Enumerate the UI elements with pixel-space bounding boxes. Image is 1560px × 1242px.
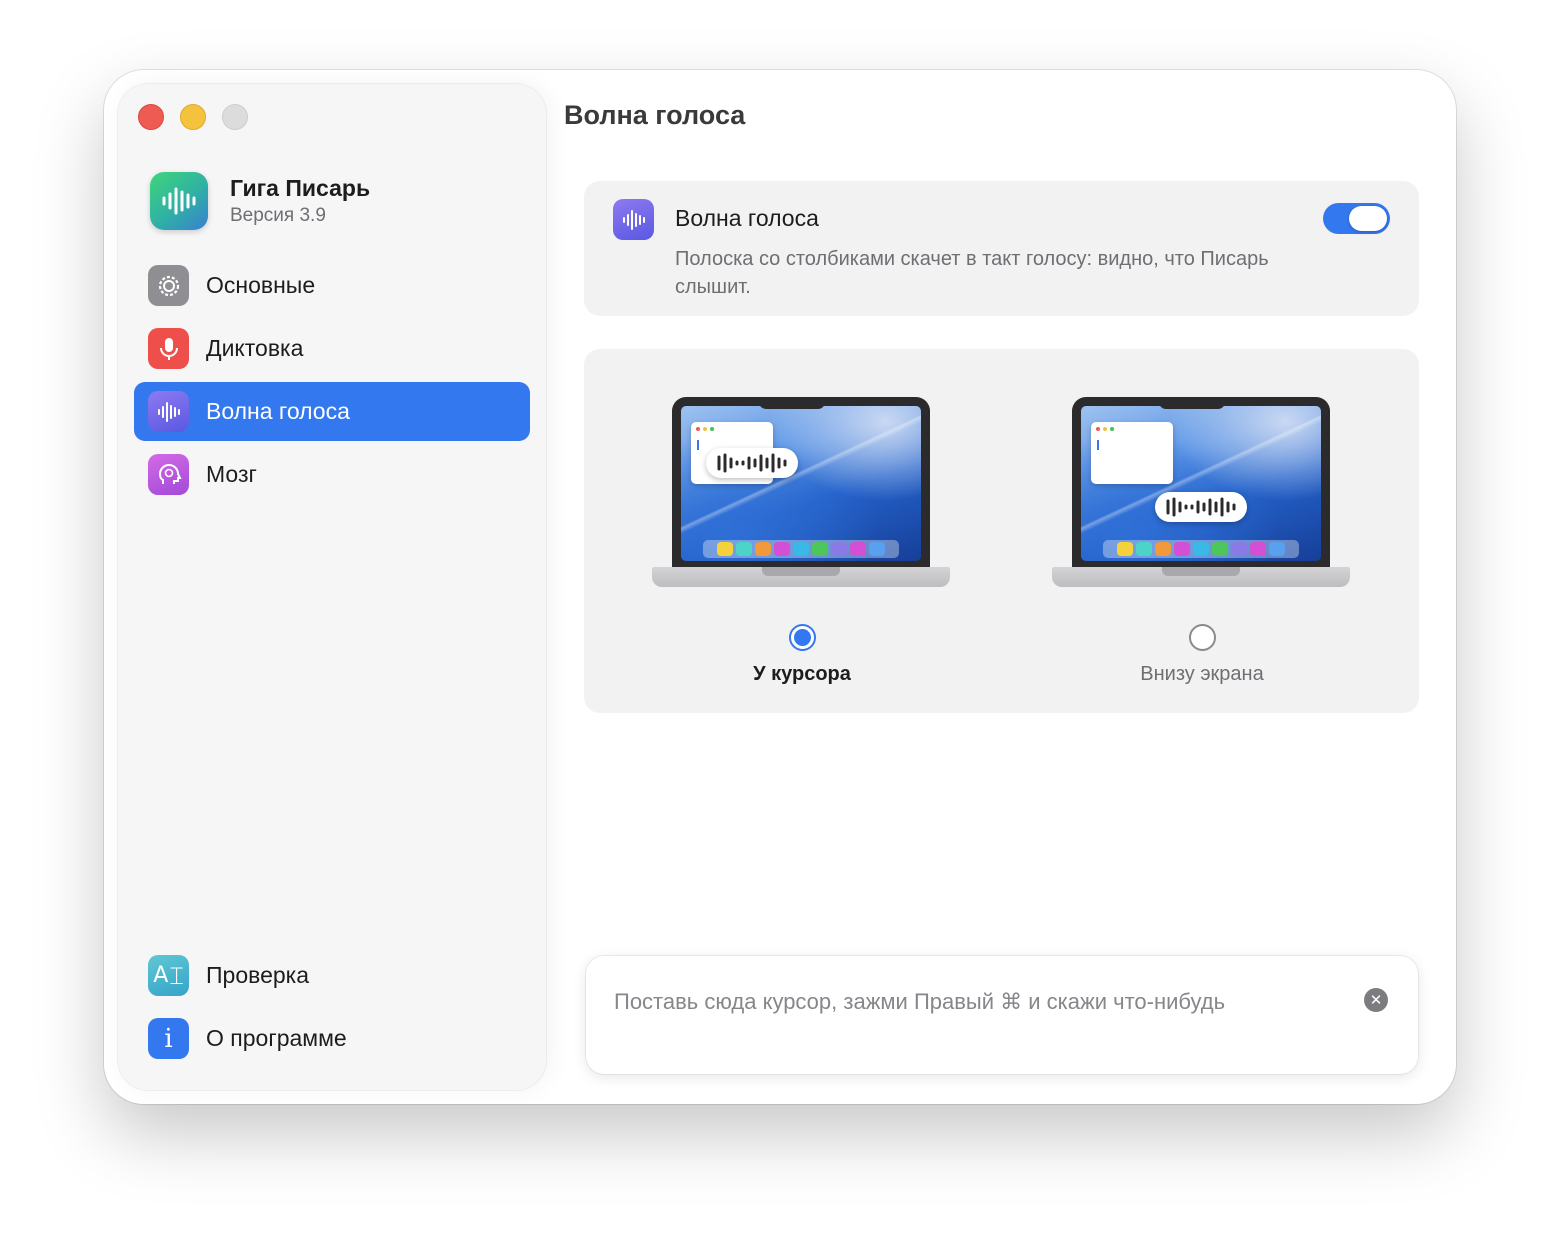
option-near-cursor[interactable]: У курсора (652, 397, 952, 686)
app-version: Версия 3.9 (230, 205, 326, 226)
cursor-bar-glyph: ⌶ (169, 961, 184, 990)
waveform-icon (613, 199, 654, 240)
gear-icon (148, 265, 189, 306)
app-info: Гига Писарь Версия 3.9 (150, 172, 370, 230)
laptop-preview-near-cursor (652, 397, 950, 592)
sidebar-item-voice-wave[interactable]: Волна голоса (134, 382, 530, 441)
sidebar-item-label: Мозг (206, 461, 257, 487)
settings-window: Гига Писарь Версия 3.9 Основные Диктовка (104, 70, 1456, 1104)
sidebar-item-general[interactable]: Основные (134, 256, 530, 315)
info-icon: i (148, 1018, 189, 1059)
sidebar-item-label: Диктовка (206, 335, 304, 361)
sidebar-bottom-nav: A ⌶ Проверка i О программе (134, 946, 530, 1072)
minimize-button[interactable] (180, 104, 206, 130)
microphone-icon (148, 328, 189, 369)
test-dictation-box: ✕ (586, 956, 1418, 1074)
sidebar-item-label: О программе (206, 1025, 347, 1051)
position-picker-card: У курсора Внизу экрана (584, 349, 1419, 713)
dock-preview (703, 540, 899, 558)
toggle-knob (1349, 206, 1387, 231)
sidebar-item-about[interactable]: i О программе (134, 1009, 530, 1068)
sidebar-item-check[interactable]: A ⌶ Проверка (134, 946, 530, 1005)
info-glyph: i (164, 1023, 173, 1054)
voice-wave-setting-card: Волна голоса Полоска со столбиками скаче… (584, 181, 1419, 316)
sidebar-nav: Основные Диктовка Волна голоса Мозг (134, 256, 530, 508)
window-preview (1091, 422, 1173, 484)
clear-icon[interactable]: ✕ (1364, 988, 1388, 1012)
option-label: Внизу экрана (1140, 663, 1264, 685)
brain-head-icon (148, 454, 189, 495)
setting-title: Волна голоса (675, 205, 819, 231)
sidebar: Гига Писарь Версия 3.9 Основные Диктовка (118, 84, 546, 1090)
sidebar-item-label: Волна голоса (206, 398, 350, 424)
sidebar-item-dictation[interactable]: Диктовка (134, 319, 530, 378)
dock-preview (1103, 540, 1299, 558)
page-title: Волна голоса (564, 100, 746, 130)
radio-bottom-screen[interactable] (1188, 624, 1216, 651)
voice-wave-toggle[interactable] (1323, 203, 1390, 234)
sidebar-item-label: Проверка (206, 962, 310, 988)
wave-pill-preview (706, 448, 798, 478)
setting-description: Полоска со столбиками скачет в такт голо… (675, 248, 1269, 298)
zoom-button (222, 104, 248, 130)
option-label: У курсора (753, 663, 851, 685)
laptop-preview-bottom-screen (1052, 397, 1350, 592)
sidebar-item-brain[interactable]: Мозг (134, 445, 530, 504)
wave-pill-preview (1155, 492, 1247, 522)
window-controls (138, 104, 248, 130)
radio-near-cursor[interactable] (788, 624, 816, 651)
waveform-icon (148, 391, 189, 432)
app-name: Гига Писарь (230, 175, 371, 201)
test-input[interactable] (614, 982, 1344, 1022)
app-waveform-icon (150, 172, 208, 230)
sidebar-item-label: Основные (206, 272, 316, 298)
option-bottom-screen[interactable]: Внизу экрана (1052, 397, 1352, 686)
close-button[interactable] (138, 104, 164, 130)
text-cursor-glyph: A (153, 963, 169, 988)
text-cursor-icon: A ⌶ (148, 955, 189, 996)
